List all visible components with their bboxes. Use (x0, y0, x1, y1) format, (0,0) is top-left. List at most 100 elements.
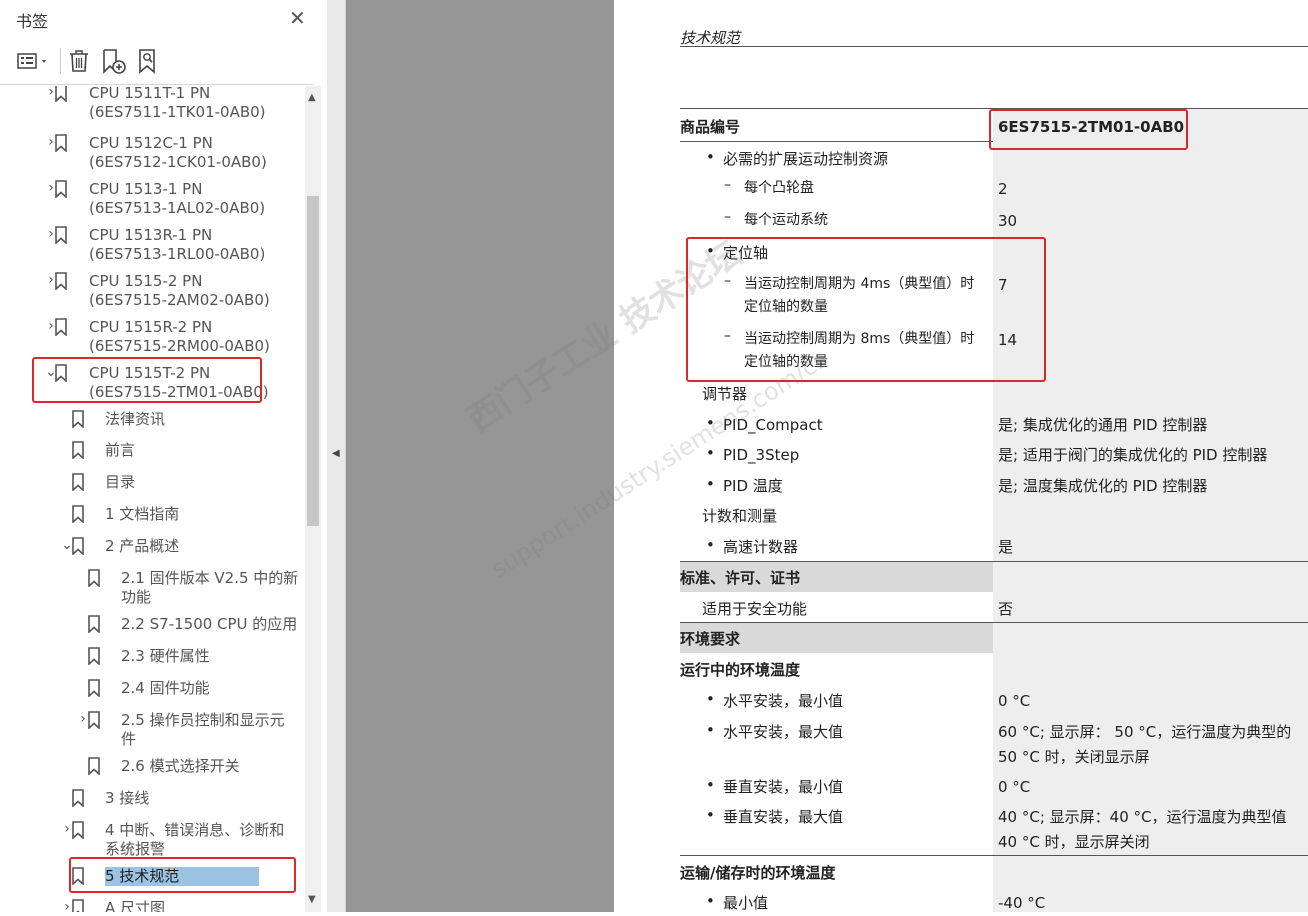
bookmark-item[interactable]: › CPU 1513R-1 PN (6ES7513-1RL00-0AB0) (0, 224, 305, 268)
pid-3step-value: 是; 适用于阀门的集成优化的 PID 控制器 (998, 446, 1268, 464)
bullet: • (706, 690, 715, 708)
bookmark-label: CPU 1515R-2 PN (6ES7515-2RM00-0AB0) (89, 318, 270, 355)
spec-table: 商品编号 6ES7515-2TM01-0AB0 • 必需的扩展运动控制资源 – … (680, 108, 1308, 912)
bookmark-label: 前言 (105, 441, 136, 459)
new-bookmark-icon[interactable] (100, 48, 128, 74)
article-label: 商品编号 (680, 118, 741, 136)
dash: – (724, 328, 731, 344)
op-temp-label: 运行中的环境温度 (680, 661, 801, 679)
collapse-arrow-icon[interactable]: ◀ (332, 448, 340, 459)
options-menu-icon[interactable] (16, 48, 52, 74)
st-min-value: -40 °C (998, 894, 1046, 912)
bookmark-label: CPU 1515T-2 PN (6ES7515-2TM01-0AB0) (89, 364, 269, 401)
rule (680, 855, 1308, 856)
bookmark-item[interactable]: 2.4 固件功能 (0, 677, 305, 707)
v-min-label: 垂直安装，最小值 (723, 778, 844, 796)
standards-heading: 标准、许可、证书 (680, 569, 801, 587)
bookmark-item[interactable]: 2.2 S7-1500 CPU 的应用 (0, 613, 305, 643)
bookmark-item[interactable]: › CPU 1512C-1 PN (6ES7512-1CK01-0AB0) (0, 132, 305, 176)
motion-system-label: 每个运动系统 (744, 212, 828, 228)
scroll-down-icon[interactable]: ▼ (308, 894, 316, 905)
bookmark-icon (71, 537, 85, 556)
bookmark-item[interactable]: ⌄ 2 产品概述 (0, 535, 305, 565)
bookmark-label: CPU 1515-2 PN (6ES7515-2AM02-0AB0) (89, 272, 270, 309)
bookmark-label: 法律资讯 (105, 410, 166, 428)
bookmark-label: 3 接线 (105, 789, 150, 807)
bookmark-icon (54, 180, 68, 199)
pid-3step-label: PID_3Step (723, 446, 800, 464)
bookmark-item[interactable]: 2.1 固件版本 V2.5 中的新 功能 (0, 567, 305, 611)
hs-counter-label: 高速计数器 (723, 538, 799, 556)
positioning-axis-label: 定位轴 (723, 244, 769, 262)
bookmark-icon (87, 647, 101, 666)
bookmark-icon (54, 226, 68, 245)
bookmark-icon (71, 441, 85, 460)
storage-temp-label: 运输/储存时的环境温度 (680, 864, 836, 882)
bullet: • (706, 806, 715, 824)
close-icon[interactable]: ✕ (289, 6, 306, 30)
bookmark-item[interactable]: 法律资讯 (0, 408, 305, 438)
bookmark-icon (71, 410, 85, 429)
bookmark-label: CPU 1513-1 PN (6ES7513-1AL02-0AB0) (89, 180, 266, 217)
page-margin-background (346, 0, 614, 912)
safety-value: 否 (998, 600, 1014, 618)
panel-collapse-bar[interactable]: ◀ (327, 0, 346, 912)
rule (680, 561, 1308, 562)
bookmark-item[interactable]: › A 尺寸图 (0, 897, 305, 912)
scroll-thumb[interactable] (307, 196, 319, 526)
bookmark-label: A 尺寸图 (105, 899, 166, 912)
scroll-up-icon[interactable]: ▲ (308, 92, 316, 103)
bookmark-label: 2.1 固件版本 V2.5 中的新 功能 (121, 569, 299, 606)
pid-temp-value: 是; 温度集成优化的 PID 控制器 (998, 477, 1208, 495)
v-max-value: 40 °C; 显示屏：40 °C，运行温度为典型值 40 °C 时，显示屏关闭 (998, 808, 1287, 851)
bookmarks-scrollbar[interactable]: ▲ ▼ (305, 86, 321, 912)
bookmark-item[interactable]: › CPU 1515-2 PN (6ES7515-2AM02-0AB0) (0, 270, 305, 314)
safety-label: 适用于安全功能 (702, 600, 808, 618)
h-min-label: 水平安装，最小值 (723, 692, 844, 710)
bookmark-item[interactable]: 前言 (0, 439, 305, 469)
bookmark-icon (71, 867, 85, 886)
table-top-rule (680, 108, 1308, 109)
bookmark-item[interactable]: › 2.5 操作员控制和显示元 件 (0, 709, 305, 753)
dash: – (724, 209, 731, 225)
section-standards: 标准、许可、证书 (680, 561, 993, 592)
bookmark-label: CPU 1512C-1 PN (6ES7512-1CK01-0AB0) (89, 134, 267, 171)
environment-heading: 环境要求 (680, 630, 741, 648)
section-environment: 环境要求 (680, 622, 993, 653)
bookmark-icon (54, 86, 68, 103)
toolbar-divider (60, 48, 61, 74)
bookmark-label: CPU 1511T-1 PN (6ES7511-1TK01-0AB0) (89, 86, 266, 121)
bookmark-label: 5 技术规范 (105, 867, 260, 886)
bookmark-label: 2.2 S7-1500 CPU 的应用 (121, 615, 298, 633)
bookmark-icon (54, 272, 68, 291)
bookmark-item[interactable]: 目录 (0, 471, 305, 501)
hs-counter-value: 是 (998, 538, 1014, 556)
cam-value: 2 (998, 180, 1008, 198)
bookmark-item[interactable]: 5 技术规范 (0, 865, 305, 895)
bookmark-item[interactable]: 2.6 模式选择开关 (0, 755, 305, 785)
bookmark-item[interactable]: 3 接线 (0, 787, 305, 817)
motion-system-value: 30 (998, 212, 1018, 230)
bookmark-item[interactable]: › CPU 1513-1 PN (6ES7513-1AL02-0AB0) (0, 178, 305, 222)
bullet: • (706, 242, 715, 260)
bookmark-icon (87, 757, 101, 776)
h-max-label: 水平安装，最大值 (723, 723, 844, 741)
bookmark-item[interactable]: › CPU 1511T-1 PN (6ES7511-1TK01-0AB0) (0, 86, 305, 126)
bookmark-label: 目录 (105, 473, 136, 491)
delete-icon[interactable] (66, 48, 92, 74)
bookmark-item[interactable]: ⌄ CPU 1515T-2 PN (6ES7515-2TM01-0AB0) (0, 362, 305, 406)
article-value: 6ES7515-2TM01-0AB0 (998, 118, 1185, 136)
pos-8ms-value: 14 (998, 331, 1018, 349)
h-max-value: 60 °C; 显示屏： 50 °C，运行温度为典型的 50 °C 时，关闭显示屏 (998, 723, 1292, 766)
bookmark-icon (71, 821, 85, 840)
bookmark-item[interactable]: 2.3 硬件属性 (0, 645, 305, 675)
bullet: • (706, 536, 715, 554)
v-max-label: 垂直安装，最大值 (723, 808, 844, 826)
bookmark-item[interactable]: › CPU 1515R-2 PN (6ES7515-2RM00-0AB0) (0, 316, 305, 360)
bookmark-search-icon[interactable] (136, 48, 162, 74)
bookmark-item[interactable]: › 4 中断、错误消息、诊断和 系统报警 (0, 819, 305, 863)
bullet: • (706, 776, 715, 794)
bookmark-item[interactable]: 1 文档指南 (0, 503, 305, 533)
bookmark-label: 4 中断、错误消息、诊断和 系统报警 (105, 821, 285, 858)
bookmark-icon (87, 569, 101, 588)
